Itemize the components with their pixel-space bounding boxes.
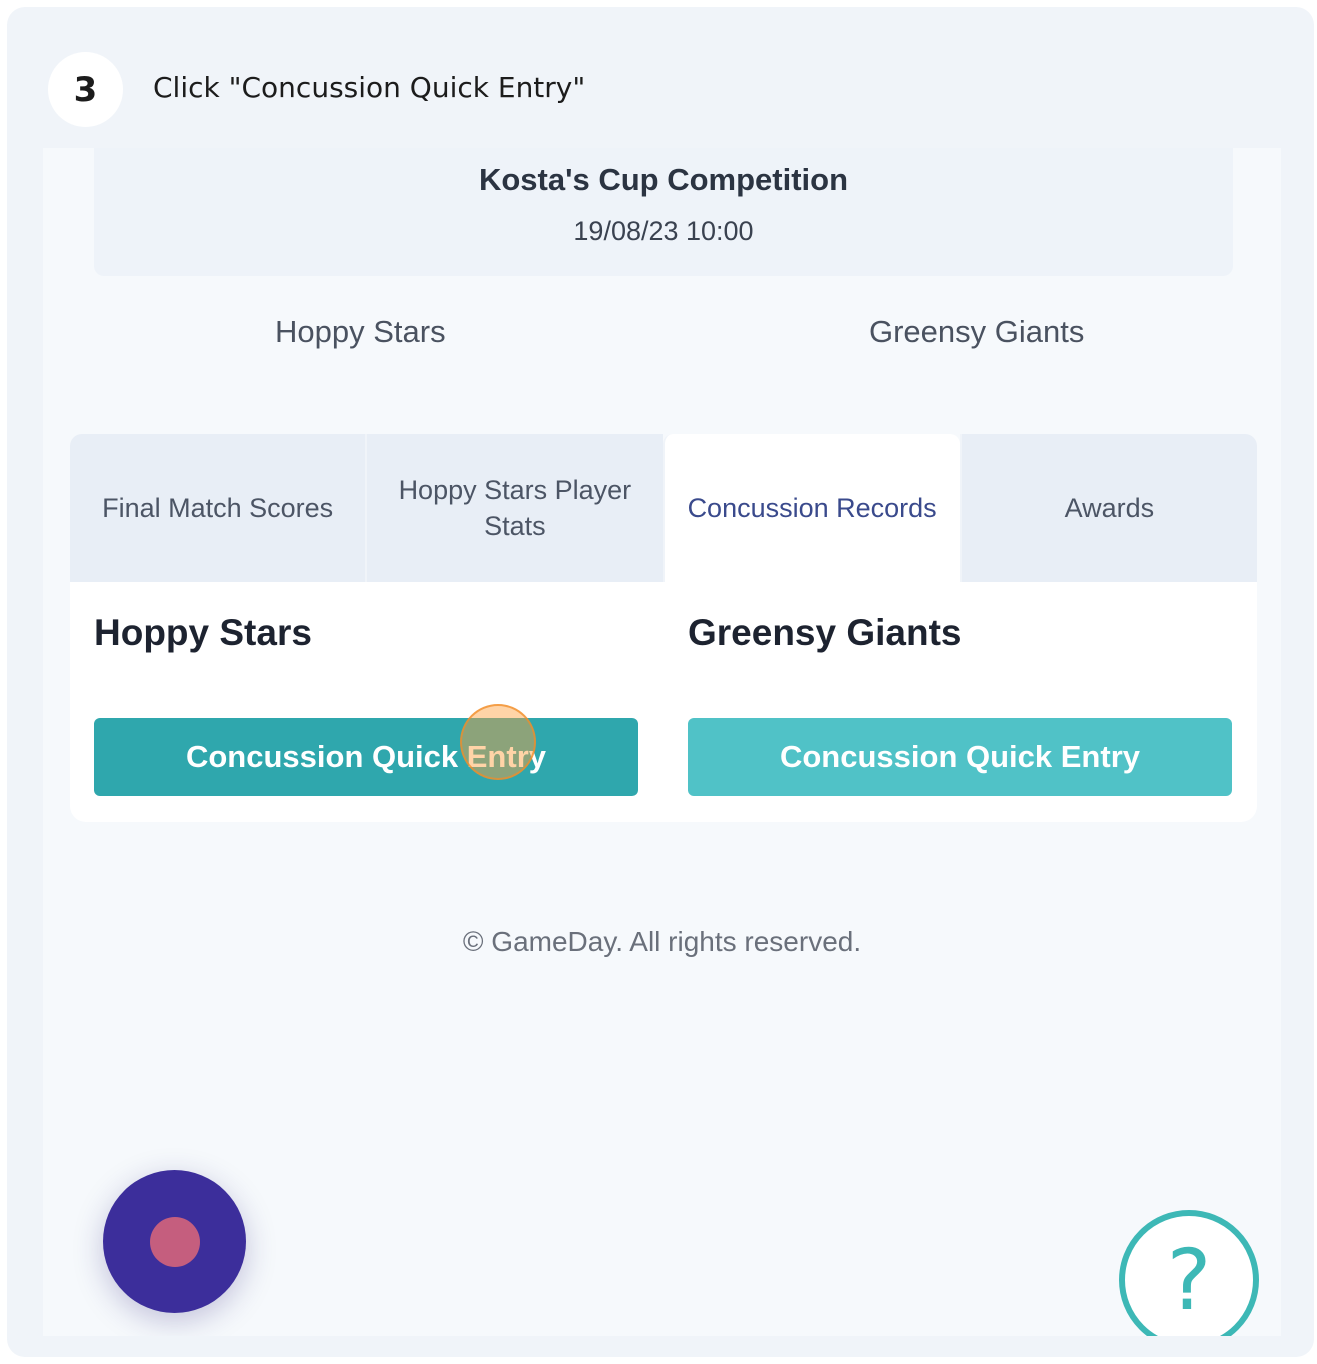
panel-away-team: Greensy Giants xyxy=(688,612,962,653)
panel-home-team: Hoppy Stars xyxy=(94,612,312,653)
match-tabs: Final Match Scores Hoppy Stars Player St… xyxy=(70,434,1257,582)
concussion-records-panel: Hoppy Stars Greensy Giants Concussion Qu… xyxy=(70,582,1257,822)
tab-awards[interactable]: Awards xyxy=(959,434,1257,582)
home-concussion-quick-entry-button[interactable]: Concussion Quick Entry xyxy=(94,718,638,796)
help-icon[interactable]: ? xyxy=(1119,1210,1259,1336)
record-icon[interactable] xyxy=(103,1170,246,1313)
step-instruction: Click "Concussion Quick Entry" xyxy=(153,71,586,104)
competition-title: Kosta's Cup Competition xyxy=(478,162,849,197)
match-datetime: 19/08/23 10:00 xyxy=(573,216,754,246)
home-team-name: Hoppy Stars xyxy=(275,314,446,349)
away-concussion-quick-entry-button[interactable]: Concussion Quick Entry xyxy=(688,718,1232,796)
away-team-name: Greensy Giants xyxy=(869,314,1085,349)
tab-concussion-records[interactable]: Concussion Records xyxy=(662,434,960,582)
footer-copyright: © GameDay. All rights reserved. xyxy=(462,926,862,957)
click-indicator xyxy=(460,704,536,780)
tab-player-stats[interactable]: Hoppy Stars Player Stats xyxy=(365,434,663,582)
question-mark-glyph: ? xyxy=(1166,1231,1212,1329)
match-header: Kosta's Cup Competition 19/08/23 10:00 xyxy=(94,148,1233,276)
record-dot-icon xyxy=(149,1216,200,1267)
tab-final-match-scores[interactable]: Final Match Scores xyxy=(70,434,366,582)
app-screenshot: Kosta's Cup Competition 19/08/23 10:00 H… xyxy=(43,148,1281,1336)
step-number-badge: 3 xyxy=(48,52,123,127)
